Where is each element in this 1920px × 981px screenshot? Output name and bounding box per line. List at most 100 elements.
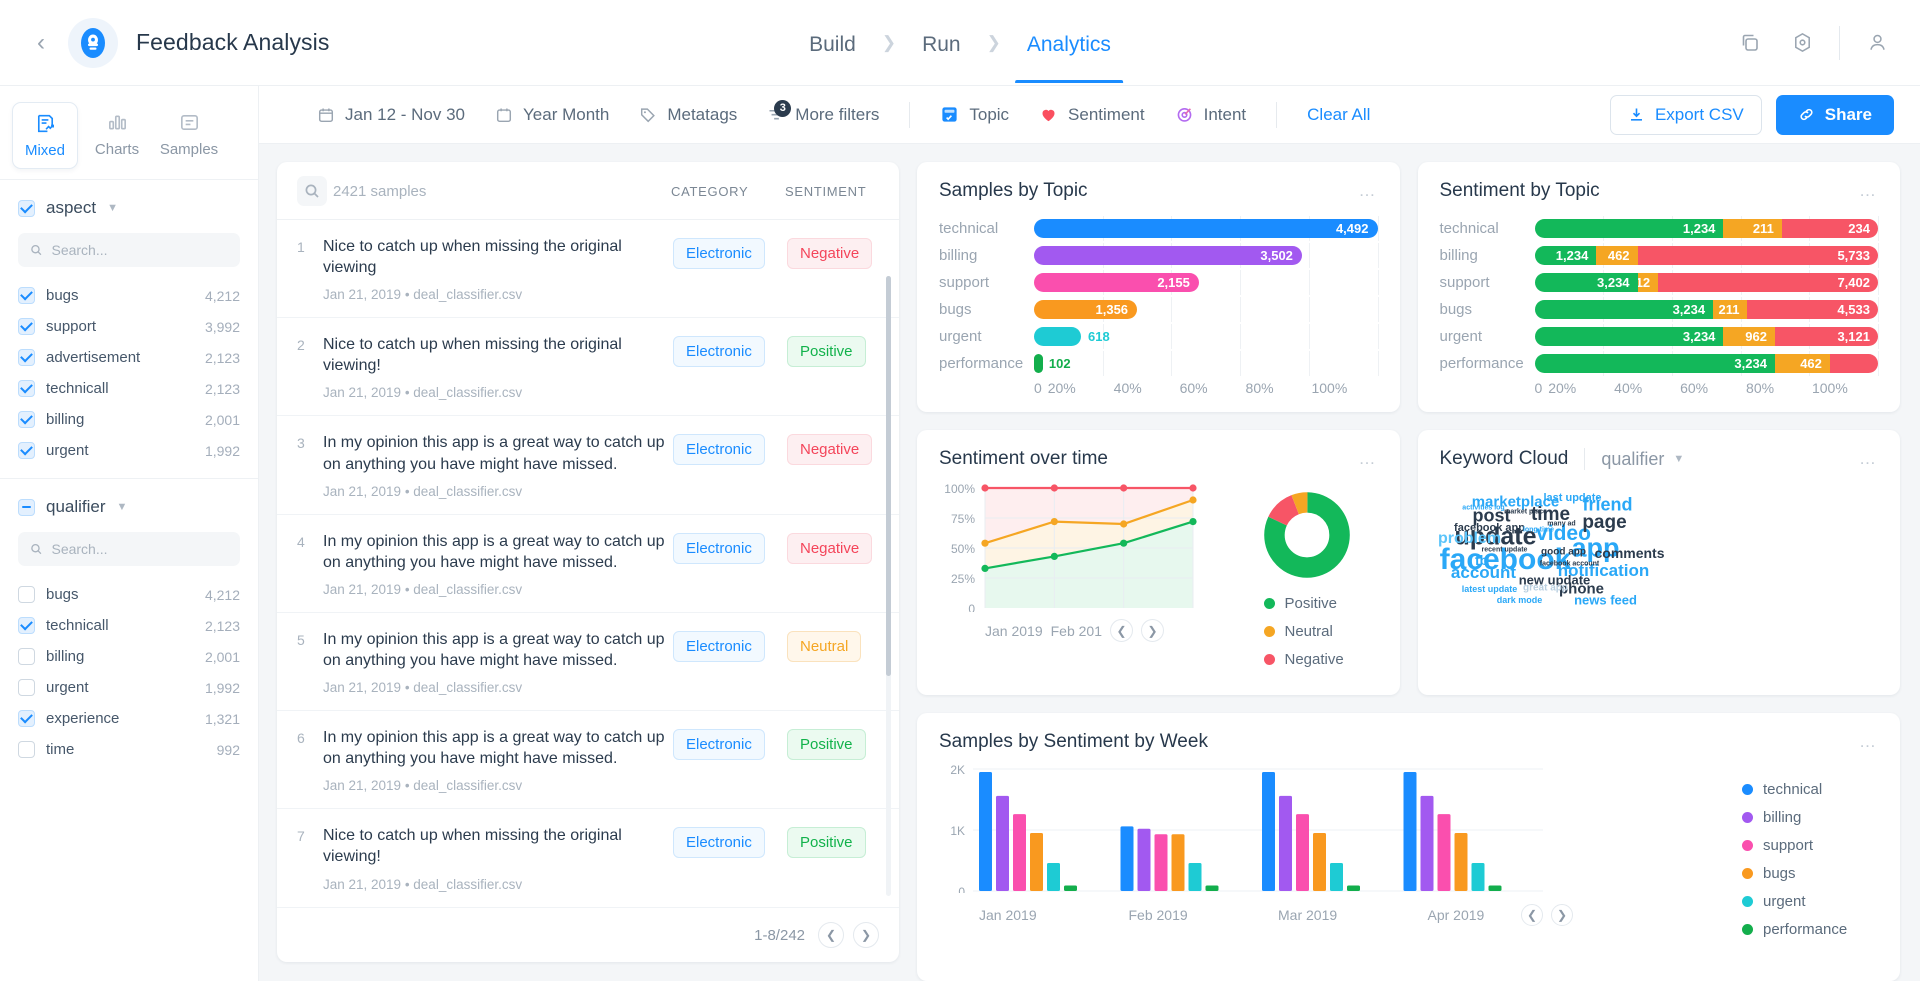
bar[interactable]: [1034, 327, 1082, 346]
row-category-chip[interactable]: Electronic: [673, 532, 765, 564]
chevron-down-icon[interactable]: ▼: [117, 501, 128, 513]
keyword[interactable]: market place: [1504, 509, 1547, 516]
facet-item[interactable]: billing 2,001: [18, 404, 240, 435]
filter-more-filters[interactable]: 3 More filters: [767, 99, 879, 125]
bar-segment[interactable]: 5,733: [1637, 246, 1878, 265]
facet-qualifier-search-input[interactable]: [51, 541, 228, 557]
filter-date-range[interactable]: Jan 12 - Nov 30: [317, 105, 465, 125]
facet-item[interactable]: technicall 2,123: [18, 610, 240, 641]
keyword[interactable]: recent update: [1482, 547, 1528, 554]
table-row[interactable]: 2 Nice to catch up when missing the orig…: [277, 318, 899, 417]
legend-item[interactable]: technical: [1742, 781, 1878, 798]
table-row[interactable]: 4 In my opinion this app is a great way …: [277, 515, 899, 613]
samples-search-button[interactable]: [297, 176, 327, 206]
breadcrumb-run[interactable]: Run: [918, 3, 965, 83]
facet-aspect-search-input[interactable]: [51, 242, 228, 258]
table-row[interactable]: 1 Nice to catch up when missing the orig…: [277, 220, 899, 319]
bar[interactable]: 1,356: [1034, 300, 1138, 319]
facet-item-checkbox[interactable]: [18, 617, 35, 634]
bar-segment[interactable]: 462: [1774, 354, 1830, 373]
facet-item-checkbox[interactable]: [18, 679, 35, 696]
export-csv-button[interactable]: Export CSV: [1609, 94, 1762, 135]
bar[interactable]: [1034, 354, 1043, 373]
facet-item-checkbox[interactable]: [18, 741, 35, 758]
stacked-bar[interactable]: 3,234 211 4,533: [1534, 300, 1879, 319]
facet-item[interactable]: experience 1,321: [18, 703, 240, 734]
back-button[interactable]: ‹: [28, 29, 54, 56]
facet-aspect-header[interactable]: aspect ▼: [18, 198, 240, 218]
keyword[interactable]: facebook account: [1540, 561, 1600, 568]
chart-prev-button[interactable]: ❮: [1109, 619, 1133, 642]
row-sentiment-chip[interactable]: Negative: [787, 434, 873, 466]
keyword[interactable]: fb: [1475, 552, 1488, 568]
next-page-button[interactable]: ❯: [853, 922, 879, 948]
legend-item[interactable]: urgent: [1742, 893, 1878, 910]
settings-hex-icon[interactable]: [1787, 28, 1817, 58]
facet-item[interactable]: urgent 1,992: [18, 435, 240, 466]
row-sentiment-chip[interactable]: Negative: [787, 532, 873, 564]
facet-item-checkbox[interactable]: [18, 287, 35, 304]
facet-item[interactable]: urgent 1,992: [18, 672, 240, 703]
keyword[interactable]: comments: [1594, 545, 1664, 561]
bar-segment[interactable]: 1,234: [1534, 219, 1724, 238]
panel-menu-icon[interactable]: …: [1859, 181, 1878, 201]
tab-mixed[interactable]: Mixed: [12, 102, 78, 169]
copy-icon[interactable]: [1735, 28, 1765, 58]
facet-item-checkbox[interactable]: [18, 442, 35, 459]
keyword-cloud-select[interactable]: qualifier ▼: [1601, 449, 1684, 470]
facet-aspect-search[interactable]: [18, 233, 240, 267]
user-avatar-icon[interactable]: [1862, 28, 1892, 58]
filter-metatags[interactable]: Metatags: [639, 105, 737, 125]
facet-item[interactable]: billing 2,001: [18, 641, 240, 672]
facet-item-checkbox[interactable]: [18, 380, 35, 397]
facet-item-checkbox[interactable]: [18, 648, 35, 665]
table-row[interactable]: 5 In my opinion this app is a great way …: [277, 613, 899, 712]
facet-item[interactable]: technicall 2,123: [18, 373, 240, 404]
keyword[interactable]: dark mode: [1497, 595, 1543, 605]
stacked-bar[interactable]: 3,234 962 3,121: [1534, 327, 1879, 346]
facet-item[interactable]: time 992: [18, 734, 240, 765]
chart-next-button[interactable]: ❯: [1551, 904, 1573, 926]
chart-next-button[interactable]: ❯: [1140, 619, 1164, 642]
facet-item[interactable]: bugs 4,212: [18, 579, 240, 610]
facet-item[interactable]: advertisement 2,123: [18, 342, 240, 373]
bar[interactable]: 2,155: [1034, 273, 1199, 292]
legend-item[interactable]: billing: [1742, 809, 1878, 826]
facet-item-checkbox[interactable]: [18, 318, 35, 335]
bar-segment[interactable]: 3,234: [1534, 273, 1638, 292]
row-sentiment-chip[interactable]: Neutral: [787, 630, 862, 662]
bar-segment[interactable]: 12: [1637, 273, 1659, 292]
row-category-chip[interactable]: Electronic: [673, 729, 765, 761]
chart-prev-button[interactable]: ❮: [1521, 904, 1543, 926]
keyword[interactable]: activities log: [1462, 505, 1504, 512]
bar-segment[interactable]: 462: [1596, 246, 1638, 265]
bar[interactable]: 3,502: [1034, 246, 1302, 265]
facet-qualifier-checkbox[interactable]: [18, 498, 35, 516]
chevron-down-icon[interactable]: ▼: [107, 202, 118, 214]
facet-item[interactable]: bugs 4,212: [18, 280, 240, 311]
row-sentiment-chip[interactable]: Positive: [787, 336, 866, 368]
samples-scrollbar[interactable]: [886, 276, 891, 896]
keyword[interactable]: long time: [1523, 527, 1554, 534]
bar-segment[interactable]: 3,234: [1534, 300, 1714, 319]
facet-item-checkbox[interactable]: [18, 710, 35, 727]
panel-menu-icon[interactable]: …: [1859, 732, 1878, 752]
stacked-bar[interactable]: 1,234 462 5,733: [1534, 246, 1879, 265]
breadcrumb-analytics[interactable]: Analytics: [1014, 3, 1123, 83]
facet-item[interactable]: support 3,992: [18, 311, 240, 342]
legend-item[interactable]: Negative: [1263, 651, 1378, 668]
filter-intent[interactable]: Intent: [1175, 105, 1246, 125]
keyword[interactable]: news feed: [1574, 593, 1637, 608]
bar-segment[interactable]: 7,402: [1658, 273, 1878, 292]
legend-item[interactable]: Neutral: [1263, 623, 1378, 640]
panel-menu-icon[interactable]: …: [1859, 449, 1878, 469]
legend-item[interactable]: performance: [1742, 921, 1878, 938]
facet-item-checkbox[interactable]: [18, 586, 35, 603]
tab-samples[interactable]: Samples: [156, 102, 222, 169]
facet-aspect-checkbox[interactable]: [18, 199, 35, 217]
table-row[interactable]: 7 Nice to catch up when missing the orig…: [277, 809, 899, 907]
stacked-bar[interactable]: 3,234 12 7,402: [1534, 273, 1879, 292]
bar[interactable]: 4,492: [1034, 219, 1378, 238]
table-row[interactable]: 6 In my opinion this app is a great way …: [277, 711, 899, 810]
facet-qualifier-search[interactable]: [18, 532, 240, 566]
